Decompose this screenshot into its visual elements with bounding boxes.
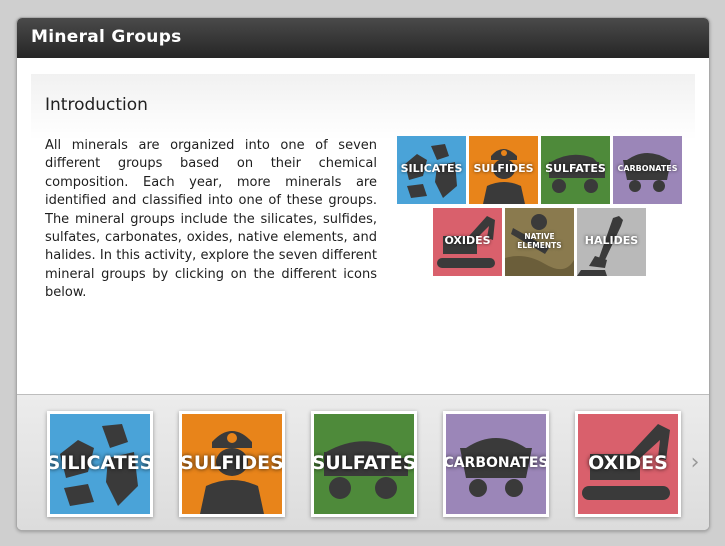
nav-sulfates-button[interactable]: SULFATES	[311, 411, 417, 517]
overview-tile-label: HALIDES	[584, 234, 639, 247]
overview-tile-sulfides: SULFIDES	[469, 136, 538, 204]
nav-carbonates-button[interactable]: CARBONATES	[443, 411, 549, 517]
nav-item-label: OXIDES	[588, 452, 668, 474]
overview-tile-silicates: SILICATES	[397, 136, 466, 204]
overview-tile-carbonates: CARBONATES	[613, 136, 682, 204]
chevron-right-icon[interactable]: ›	[687, 451, 703, 475]
overview-tile-sulfates: SULFATES	[541, 136, 610, 204]
window-title: Mineral Groups	[31, 27, 182, 47]
overview-tile-label: CARBONATES	[617, 164, 678, 173]
title-bar: Mineral Groups	[17, 18, 709, 58]
overview-tile-label: SILICATES	[400, 162, 463, 175]
mineral-groups-window: Mineral Groups Introduction All minerals…	[16, 17, 710, 531]
overview-tile-label: SULFIDES	[473, 162, 534, 175]
mineral-group-nav: SILICATES SULFIDES SULFATES CARBONATES O…	[17, 394, 709, 530]
overview-tile-label: SULFATES	[545, 162, 606, 175]
nav-sulfides-button[interactable]: SULFIDES	[179, 411, 285, 517]
nav-item-label: SULFATES	[311, 452, 417, 474]
overview-tile-label: OXIDES	[444, 234, 491, 247]
overview-tile-native-elements: NATIVE ELEMENTS	[505, 208, 574, 276]
nav-oxides-button[interactable]: OXIDES	[575, 411, 681, 517]
overview-tile-halides: HALIDES	[577, 208, 646, 276]
nav-item-label: CARBONATES	[443, 455, 549, 471]
nav-item-label: SULFIDES	[180, 452, 284, 474]
intro-text: All minerals are organized into one of s…	[45, 138, 377, 301]
nav-silicates-button[interactable]: SILICATES	[47, 411, 153, 517]
overview-tile-oxides: OXIDES	[433, 208, 502, 276]
overview-tile-label: NATIVE ELEMENTS	[517, 232, 562, 250]
nav-item-label: SILICATES	[47, 452, 153, 474]
intro-panel: Introduction All minerals are organized …	[31, 74, 695, 374]
intro-heading: Introduction	[45, 95, 148, 115]
content-area: Introduction All minerals are organized …	[17, 58, 709, 394]
